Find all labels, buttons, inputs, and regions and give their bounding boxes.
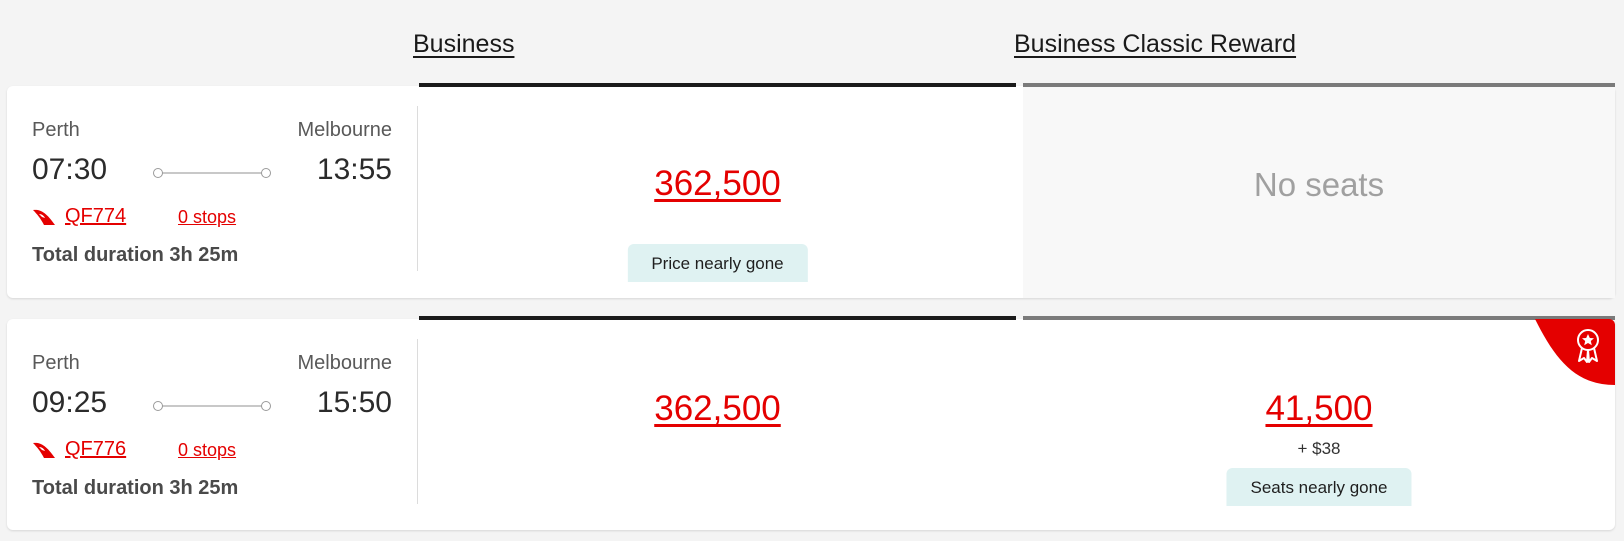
origin-city: Perth [32,119,80,141]
fare-top-bar [1023,83,1615,87]
divider [417,339,418,504]
fare-cell-reward: No seats [1023,83,1615,298]
fare-price-business[interactable]: 362,500 [419,389,1016,429]
stops-link[interactable]: 0 stops [178,440,236,461]
fare-top-bar [419,316,1016,320]
fare-price-business[interactable]: 362,500 [419,164,1016,204]
flight-info: Perth Melbourne 07:30 13:55 QF774 0 stop… [7,86,417,298]
total-duration: Total duration 3h 25m [32,477,239,499]
no-seats-label: No seats [1253,166,1385,203]
flight-card: Perth Melbourne 07:30 13:55 QF774 0 stop… [7,83,1615,298]
column-header-business-classic-reward[interactable]: Business Classic Reward [1014,30,1296,59]
availability-badge: Seats nearly gone [1226,468,1412,506]
flight-number-link[interactable]: QF774 [65,205,126,228]
total-duration: Total duration 3h 25m [32,244,239,266]
qantas-kangaroo-icon [33,442,55,458]
qantas-kangaroo-icon [33,209,55,225]
departure-time: 09:25 [32,386,108,419]
column-header-business[interactable]: Business [413,30,514,59]
arrival-time: 13:55 [316,153,392,186]
availability-badge: Price nearly gone [627,244,808,282]
stops-link[interactable]: 0 stops [178,207,236,228]
fare-cell-business[interactable]: 362,500 Price nearly gone [419,83,1016,298]
fare-price-reward[interactable]: 41,500 [1023,389,1615,429]
fare-surcharge: + $38 [1297,439,1341,458]
origin-city: Perth [32,352,80,374]
route-line [153,168,271,178]
route-line [153,401,271,411]
departure-time: 07:30 [32,153,108,186]
fare-top-bar [1023,316,1615,320]
flight-card: Perth Melbourne 09:25 15:50 QF776 0 stop… [7,316,1615,530]
destination-city: Melbourne [297,119,392,141]
fare-cell-reward[interactable]: 41,500 + $38 Seats nearly gone [1023,316,1615,530]
flight-info: Perth Melbourne 09:25 15:50 QF776 0 stop… [7,319,417,530]
divider [417,106,418,271]
fare-cell-business[interactable]: 362,500 [419,316,1016,530]
fare-top-bar [419,83,1016,87]
award-corner [1535,319,1615,385]
arrival-time: 15:50 [316,386,392,419]
flight-number-link[interactable]: QF776 [65,438,126,461]
destination-city: Melbourne [297,352,392,374]
award-ribbon-icon [1577,329,1599,363]
